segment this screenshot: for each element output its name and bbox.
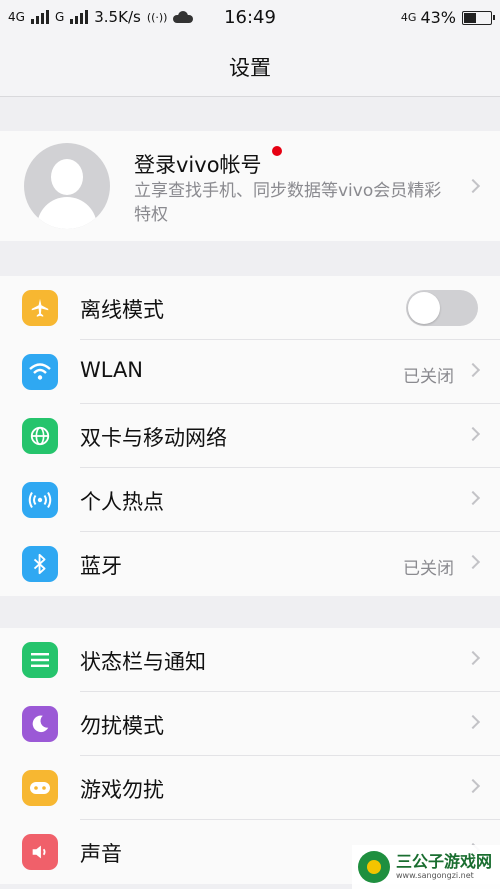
chevron-right-icon: [465, 490, 481, 506]
network-settings-group: 离线模式 WLAN 已关闭 双卡与移动网络 个人热点 蓝牙 已关闭: [0, 276, 500, 596]
network-type-1: 4G: [8, 10, 25, 24]
account-title: 登录vivo帐号: [134, 153, 262, 177]
settings-label: 个人热点: [80, 490, 164, 514]
settings-label: 离线模式: [80, 298, 164, 322]
account-login-row[interactable]: 登录vivo帐号 立享查找手机、同步数据等vivo会员精彩特权: [0, 131, 500, 241]
chevron-right-icon: [465, 362, 481, 378]
chevron-right-icon: [465, 426, 481, 442]
notification-icon: [22, 642, 58, 678]
title-bar: 设置: [0, 36, 500, 97]
network-type-2: G: [54, 10, 65, 24]
airplane-mode-toggle[interactable]: [406, 290, 478, 326]
signal-icon: [30, 10, 49, 24]
watermark-name: 三公子游戏网: [396, 852, 493, 871]
settings-label: 状态栏与通知: [80, 650, 206, 674]
airplane-icon: [22, 290, 58, 326]
chevron-right-icon: [465, 554, 481, 570]
chevron-right-icon: [465, 714, 481, 730]
globe-icon: [22, 418, 58, 454]
gamepad-icon: [22, 770, 58, 806]
hotspot-status-icon: ((·)): [146, 10, 168, 24]
settings-row-airplane[interactable]: 离线模式: [0, 276, 500, 340]
signal-icon-2: [70, 10, 89, 24]
settings-label: 游戏勿扰: [80, 778, 164, 802]
status-left: 4G G 3.5K/s ((·)): [8, 8, 194, 26]
page-title: 设置: [229, 56, 271, 80]
wlan-status: 已关闭: [403, 367, 454, 387]
network-speed: 3.5K/s: [94, 8, 141, 26]
cloud-icon: [173, 11, 194, 23]
settings-row-hotspot[interactable]: 个人热点: [0, 468, 500, 532]
settings-row-dual-sim[interactable]: 双卡与移动网络: [0, 404, 500, 468]
settings-row-wlan[interactable]: WLAN 已关闭: [0, 340, 500, 404]
status-right: 4G 43%: [400, 8, 495, 27]
watermark-url: www.sangongzi.net: [396, 871, 474, 880]
settings-row-dnd[interactable]: 勿扰模式: [0, 692, 500, 756]
chevron-right-icon: [465, 650, 481, 666]
wifi-icon: [22, 354, 58, 390]
bluetooth-status: 已关闭: [403, 559, 454, 579]
notification-dot: [272, 146, 282, 156]
speaker-icon: [22, 834, 58, 870]
battery-icon: [462, 10, 495, 25]
settings-label: WLAN: [80, 358, 144, 382]
status-bar: 4G G 3.5K/s ((·)) 16:49 4G 43%: [0, 0, 500, 36]
network-type-right: 4G: [400, 11, 417, 24]
settings-label: 双卡与移动网络: [80, 426, 227, 450]
hotspot-icon: [22, 482, 58, 518]
settings-row-game-dnd[interactable]: 游戏勿扰: [0, 756, 500, 820]
settings-label: 蓝牙: [80, 554, 122, 578]
settings-label: 声音: [80, 842, 122, 866]
chevron-right-icon: [465, 178, 481, 194]
settings-row-bluetooth[interactable]: 蓝牙 已关闭: [0, 532, 500, 596]
avatar: [24, 143, 110, 229]
bluetooth-icon: [22, 546, 58, 582]
chevron-right-icon: [465, 778, 481, 794]
account-subtitle: 立享查找手机、同步数据等vivo会员精彩特权: [134, 181, 442, 225]
moon-icon: [22, 706, 58, 742]
battery-percent: 43%: [420, 8, 456, 27]
site-logo-icon: [358, 851, 390, 883]
settings-label: 勿扰模式: [80, 714, 164, 738]
settings-row-statusbar[interactable]: 状态栏与通知: [0, 628, 500, 692]
site-watermark: 三公子游戏网 www.sangongzi.net: [352, 845, 500, 889]
